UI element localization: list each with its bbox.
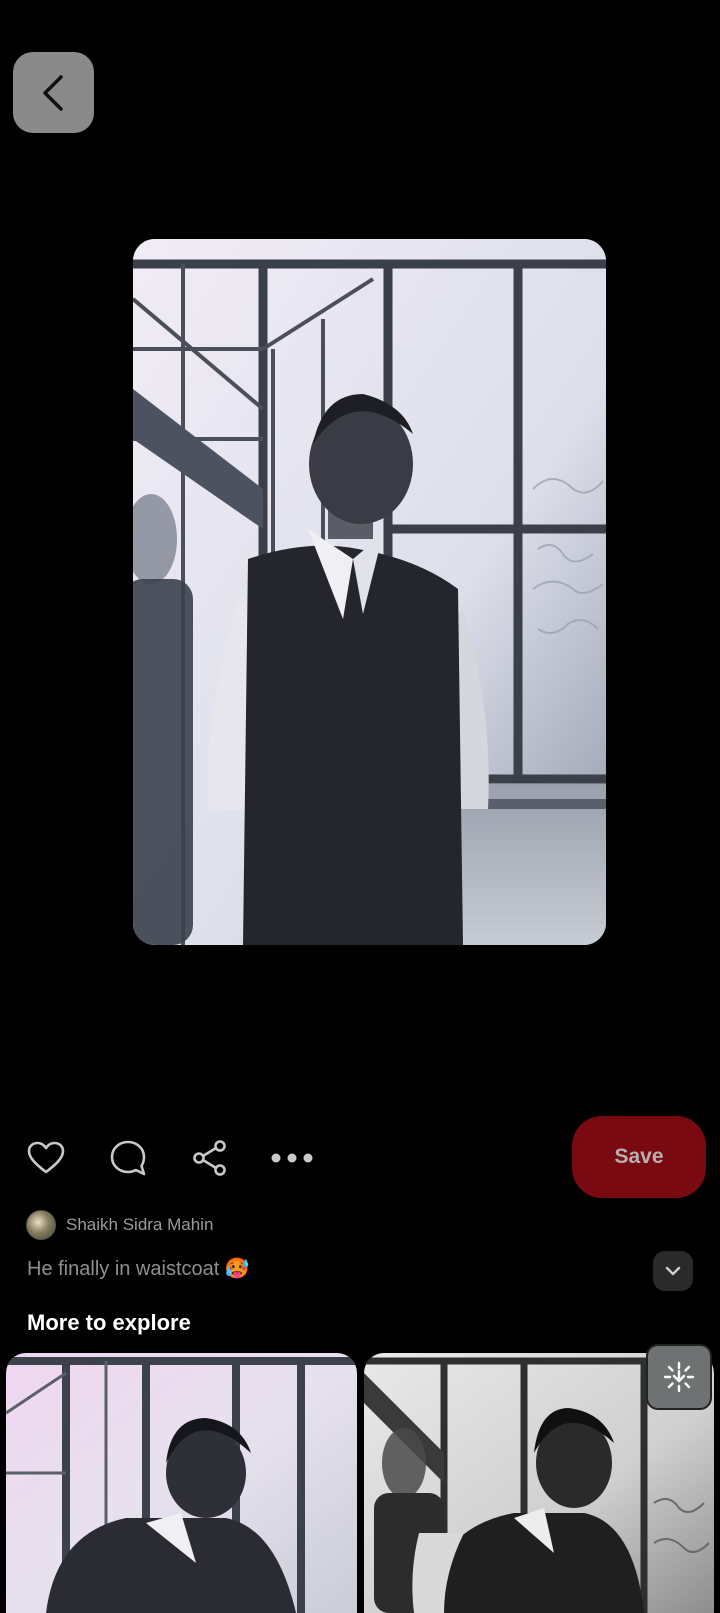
comment-icon[interactable] <box>108 1138 148 1178</box>
save-button[interactable]: Save <box>572 1116 706 1198</box>
back-button[interactable] <box>13 52 94 133</box>
author-row[interactable]: Shaikh Sidra Mahin <box>26 1210 213 1240</box>
explore-pin-1[interactable] <box>6 1353 357 1613</box>
heart-icon[interactable] <box>26 1138 66 1178</box>
avatar[interactable] <box>26 1210 56 1240</box>
chevron-down-icon <box>665 1266 681 1276</box>
chevron-left-icon <box>42 74 63 111</box>
share-icon[interactable] <box>190 1138 230 1178</box>
more-horizontal-icon[interactable] <box>270 1138 314 1178</box>
visual-search-icon <box>663 1361 695 1393</box>
pin-description: He finally in waistcoat 🥵 <box>27 1258 250 1280</box>
pin-image[interactable] <box>133 239 606 945</box>
more-to-explore-heading: More to explore <box>27 1310 191 1335</box>
visual-search-button[interactable] <box>648 1346 710 1408</box>
author-name[interactable]: Shaikh Sidra Mahin <box>66 1215 213 1235</box>
expand-description-button[interactable] <box>653 1251 693 1291</box>
